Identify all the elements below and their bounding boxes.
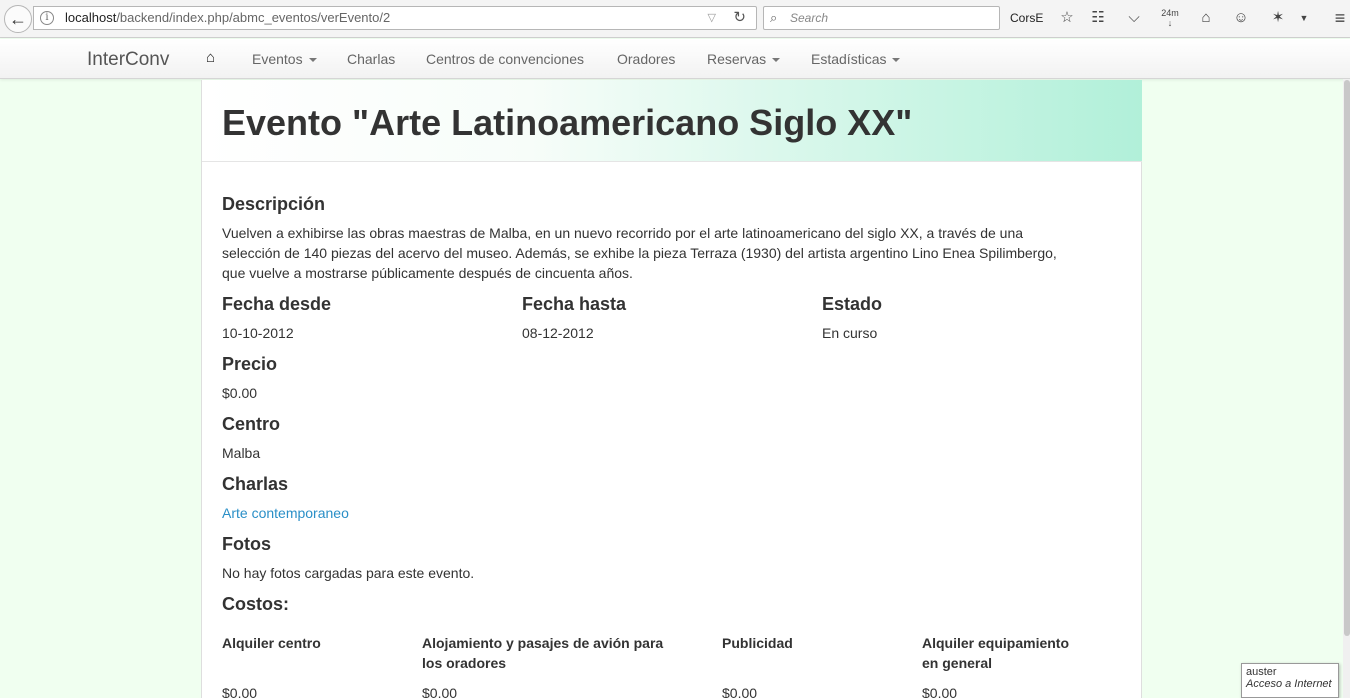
costs-heading: Costos: <box>222 594 289 614</box>
url-path: /backend/index.php/abmc_eventos/verEvent… <box>116 10 391 25</box>
pocket-icon[interactable]: ⌵ <box>1124 8 1144 28</box>
browser-search-input[interactable]: ⌕ Search <box>763 6 1000 30</box>
nav-label: Oradores <box>617 51 676 67</box>
cost-label-line: los oradores <box>422 655 507 671</box>
nav-label: Eventos <box>252 51 303 67</box>
caret-down-icon <box>892 58 901 63</box>
cost-label-line: Alquiler equipamiento <box>922 635 1070 651</box>
download-icon[interactable]: 24m ↓ <box>1158 8 1182 28</box>
scrollbar-thumb[interactable] <box>1344 80 1350 636</box>
description-heading: Descripción <box>222 194 326 214</box>
nav-item-oradores[interactable]: Oradores <box>617 51 675 67</box>
nav-item-centros[interactable]: Centros de convenciones <box>426 51 584 67</box>
url-host: localhost <box>65 10 117 25</box>
url-dropdown-icon[interactable]: ▽ <box>708 7 716 29</box>
nav-label: Centros de convenciones <box>426 51 584 67</box>
photos-empty-message: No hay fotos cargadas para este evento. <box>222 565 475 581</box>
date-to-heading: Fecha hasta <box>522 294 627 314</box>
menu-icon[interactable]: ≡ <box>1330 8 1350 28</box>
chevron-down-icon[interactable]: ▼ <box>1297 8 1311 28</box>
chat-icon[interactable]: ☺ <box>1231 8 1251 28</box>
cost-value: $0.00 <box>222 685 258 698</box>
status-value: En curso <box>822 325 878 341</box>
cost-label: Alojamiento y pasajes de avión para los o… <box>422 633 663 673</box>
nav-label: Reservas <box>707 51 767 67</box>
cost-label: Alquiler centro <box>222 633 321 653</box>
cost-label-line: Alojamiento y pasajes de avión para <box>422 635 664 651</box>
extension-icon[interactable]: ✶ <box>1268 8 1288 28</box>
back-arrow-icon[interactable]: ← <box>4 5 32 33</box>
nav-item-charlas[interactable]: Charlas <box>347 51 395 67</box>
description-text: Vuelven a exhibirse las obras maestras d… <box>222 225 1057 281</box>
url-text: localhost/backend/index.php/abmc_eventos… <box>65 7 390 29</box>
nav-item-estadisticas[interactable]: Estadísticas <box>811 51 901 67</box>
search-placeholder: Search <box>790 11 829 25</box>
page-title: Evento "Arte Latinoamericano Siglo XX" <box>222 102 913 143</box>
center-heading: Centro <box>222 414 280 434</box>
tooltip-title: auster <box>1246 666 1277 678</box>
cost-label: Publicidad <box>722 633 793 653</box>
cost-label-line: en general <box>922 655 993 671</box>
browser-toolbar: ← i localhost/backend/index.php/abmc_eve… <box>0 0 1350 38</box>
caret-down-icon <box>772 58 781 63</box>
status-heading: Estado <box>822 294 883 314</box>
cost-label: Alquiler equipamiento en general <box>922 633 1069 673</box>
date-from-heading: Fecha desde <box>222 294 332 314</box>
reading-list-icon[interactable]: ☷ <box>1088 8 1108 28</box>
panel-header: Evento "Arte Latinoamericano Siglo XX" <box>202 80 1142 162</box>
cors-extension-button[interactable]: CorsE <box>1010 8 1043 28</box>
tooltip-subtitle: Acceso a Internet <box>1246 678 1332 690</box>
date-to-value: 08-12-2012 <box>522 325 594 341</box>
reload-icon[interactable]: ↻ <box>733 7 746 29</box>
caret-down-icon <box>308 58 317 63</box>
network-tooltip: auster Acceso a Internet <box>1241 663 1339 698</box>
cost-value: $0.00 <box>422 685 458 698</box>
center-value: Malba <box>222 445 261 461</box>
bookmark-star-icon[interactable]: ☆ <box>1057 8 1077 28</box>
date-from-value: 10-10-2012 <box>222 325 294 341</box>
cost-label-line: Publicidad <box>722 635 793 651</box>
talks-heading: Charlas <box>222 474 289 494</box>
nav-item-reservas[interactable]: Reservas <box>707 51 781 67</box>
home-icon[interactable]: ⌂ <box>206 49 215 66</box>
nav-item-eventos[interactable]: Eventos <box>252 51 317 67</box>
download-badge: 24m <box>1161 8 1179 18</box>
nav-label: Charlas <box>347 51 396 67</box>
cost-label-line: Alquiler centro <box>222 635 321 651</box>
talk-link[interactable]: Arte contemporaneo <box>222 505 349 521</box>
price-heading: Precio <box>222 354 278 374</box>
home-icon[interactable]: ⌂ <box>1196 8 1216 28</box>
nav-label: Estadísticas <box>811 51 887 67</box>
app-navbar: InterConv ⌂ Eventos Charlas Centros de c… <box>0 39 1350 79</box>
cost-value: $0.00 <box>922 685 958 698</box>
brand-link[interactable]: InterConv <box>87 49 169 71</box>
cost-value: $0.00 <box>722 685 758 698</box>
photos-heading: Fotos <box>222 534 271 554</box>
search-icon: ⌕ <box>770 10 778 25</box>
event-panel: Evento "Arte Latinoamericano Siglo XX" D… <box>201 80 1142 698</box>
url-bar[interactable]: i localhost/backend/index.php/abmc_event… <box>33 6 757 30</box>
price-value: $0.00 <box>222 385 258 401</box>
info-icon[interactable]: i <box>40 11 54 25</box>
